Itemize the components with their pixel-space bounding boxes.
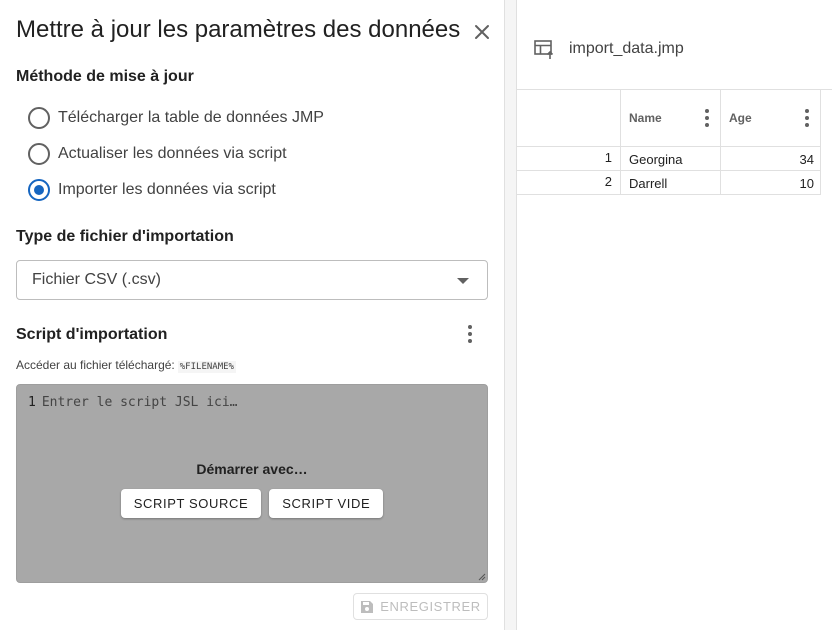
close-button[interactable] <box>470 20 494 44</box>
table-cell-name[interactable]: Georgina <box>621 147 721 171</box>
update-method-label: Méthode de mise à jour <box>16 68 194 85</box>
save-button-label: ENREGISTRER <box>380 599 481 614</box>
data-preview-panel: import_data.jmp Name Age 1 Georgina 34 2… <box>516 0 832 630</box>
column-header-age[interactable]: Age <box>721 90 821 147</box>
radio-label: Importer les données via script <box>58 181 276 198</box>
kebab-dot-icon <box>705 109 709 113</box>
radio-download-jmp-table[interactable]: Télécharger la table de données JMP <box>28 106 324 130</box>
column-header-label: Name <box>629 111 662 125</box>
kebab-dot-icon <box>705 116 709 120</box>
radio-button[interactable] <box>28 107 50 129</box>
file-header: import_data.jmp <box>517 0 832 90</box>
filename-hint: Accéder au fichier téléchargé: %FILENAME% <box>16 358 236 373</box>
kebab-dot-icon <box>468 325 472 329</box>
file-name: import_data.jmp <box>569 40 684 57</box>
update-settings-dialog: Mettre à jour les paramètres des données… <box>0 0 504 630</box>
radio-label: Télécharger la table de données JMP <box>58 109 324 126</box>
table-row-index: 2 <box>517 171 621 195</box>
radio-refresh-via-script[interactable]: Actualiser les données via script <box>28 142 287 166</box>
line-number: 1 <box>28 395 36 410</box>
kebab-dot-icon <box>805 116 809 120</box>
data-table-icon <box>534 40 554 59</box>
script-editor[interactable]: 1 Entrer le script JSL ici… Démarrer avec… <box>16 384 488 583</box>
cell-value: Georgina <box>629 152 683 167</box>
column-menu-button[interactable] <box>795 106 819 130</box>
column-header-label: Age <box>729 111 752 125</box>
empty-script-button[interactable]: SCRIPT VIDE <box>269 489 384 518</box>
kebab-dot-icon <box>805 109 809 113</box>
row-header-corner <box>517 90 621 147</box>
row-number: 2 <box>604 174 612 189</box>
start-options: SCRIPT SOURCE SCRIPT VIDE <box>17 489 487 518</box>
kebab-dot-icon <box>468 339 472 343</box>
file-type-selected-value: Fichier CSV (.csv) <box>32 271 161 288</box>
close-icon <box>475 25 489 39</box>
source-script-button[interactable]: SCRIPT SOURCE <box>120 489 262 518</box>
file-type-label: Type de fichier d'importation <box>16 228 234 245</box>
cell-value: Darrell <box>629 176 668 191</box>
save-button[interactable]: ENREGISTRER <box>353 593 488 620</box>
table-cell-name[interactable]: Darrell <box>621 171 721 195</box>
kebab-dot-icon <box>705 123 709 127</box>
save-icon <box>361 600 374 613</box>
panel-divider[interactable] <box>504 0 516 630</box>
table-cell-age[interactable]: 10 <box>721 171 821 195</box>
row-number: 1 <box>604 150 612 165</box>
file-type-select[interactable]: Fichier CSV (.csv) <box>16 260 488 300</box>
kebab-dot-icon <box>468 332 472 336</box>
editor-placeholder: Entrer le script JSL ici… <box>41 395 238 410</box>
cell-value: 34 <box>799 152 814 167</box>
kebab-dot-icon <box>805 123 809 127</box>
table-row-index: 1 <box>517 147 621 171</box>
import-script-label: Script d'importation <box>16 326 168 343</box>
table-cell-age[interactable]: 34 <box>721 147 821 171</box>
start-with-label: Démarrer avec… <box>196 461 308 477</box>
radio-import-via-script[interactable]: Importer les données via script <box>28 178 276 202</box>
resize-handle-icon[interactable] <box>476 571 486 581</box>
radio-button[interactable] <box>28 143 50 165</box>
filename-token: %FILENAME% <box>177 361 236 373</box>
filename-hint-text: Accéder au fichier téléchargé: <box>16 358 175 372</box>
editor-line: 1 Entrer le script JSL ici… <box>28 395 238 410</box>
radio-label: Actualiser les données via script <box>58 145 287 162</box>
column-header-name[interactable]: Name <box>621 90 721 147</box>
radio-button-selected[interactable] <box>28 179 50 201</box>
dialog-title: Mettre à jour les paramètres des données <box>16 16 461 43</box>
cell-value: 10 <box>799 176 814 191</box>
column-menu-button[interactable] <box>695 106 719 130</box>
script-more-options-button[interactable] <box>458 322 482 346</box>
caret-down-icon <box>457 278 469 284</box>
